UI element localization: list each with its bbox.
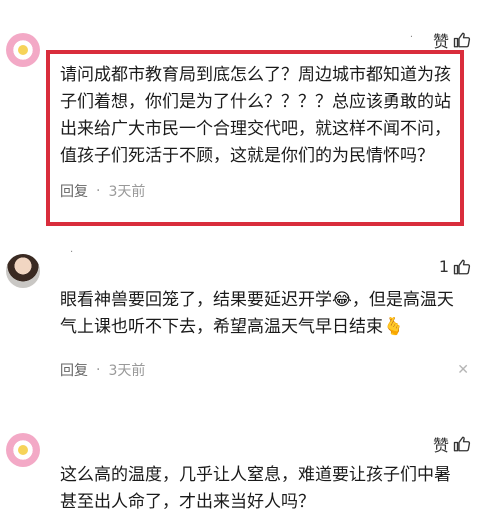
timestamp: 3天前 bbox=[108, 363, 146, 379]
close-icon[interactable]: ✕ bbox=[457, 362, 469, 378]
comment-line: 气上课也听不下去，希望高温天气早日结束🫰 bbox=[60, 317, 405, 337]
reply-button[interactable]: 回复 bbox=[60, 181, 88, 201]
comment-line: 这么高的温度，几乎让人窒息，难道要让孩子们中暑 bbox=[60, 465, 451, 485]
meta-dot: · bbox=[96, 183, 101, 199]
like-label: 赞 bbox=[432, 32, 449, 51]
comment-line: 出来给广大市民一个合理交代吧，就这样不闻不问， bbox=[60, 119, 451, 139]
like-button[interactable]: 赞 bbox=[433, 28, 471, 52]
like-button[interactable]: 1 bbox=[439, 257, 471, 276]
comment-text: 眼看神兽要回笼了，结果要延迟开学😂，但是高温天 气上课也听不下去，希望高温天气早… bbox=[60, 287, 460, 341]
comment-line: 甚至出人命了，才出来当好人吗？ bbox=[60, 492, 315, 512]
divider-dots: · bbox=[409, 32, 413, 43]
thumbs-up-icon bbox=[453, 436, 471, 452]
comment-line: 请问成都市教育局到底怎么了？周边城市都知道为孩 bbox=[60, 65, 451, 85]
like-button[interactable]: 赞 bbox=[433, 432, 471, 456]
like-count: 1 bbox=[438, 257, 449, 276]
divider-dots: · bbox=[70, 247, 74, 258]
comment-line: 眼看神兽要回笼了，结果要延迟开学😂，但是高温天 bbox=[60, 290, 454, 310]
comment-meta: 回复 · 3天前 bbox=[60, 360, 145, 380]
meta-dot: · bbox=[96, 362, 101, 378]
comment-text: 这么高的温度，几乎让人窒息，难道要让孩子们中暑 甚至出人命了，才出来当好人吗？ bbox=[60, 462, 460, 516]
like-label: 赞 bbox=[432, 436, 449, 455]
comment-meta: 回复 · 3天前 bbox=[60, 181, 145, 201]
reply-button[interactable]: 回复 bbox=[60, 360, 88, 380]
thumbs-up-icon bbox=[453, 32, 471, 48]
avatar[interactable] bbox=[6, 254, 40, 288]
timestamp: 3天前 bbox=[108, 184, 146, 200]
comment-line: 子们着想，你们是为了什么？？？？总应该勇敢的站 bbox=[60, 92, 451, 112]
comment-line: 值孩子们死活于不顾，这就是你们的为民情怀吗？ bbox=[60, 146, 434, 166]
avatar[interactable] bbox=[6, 433, 40, 467]
avatar-face bbox=[18, 445, 28, 455]
comment-text: 请问成都市教育局到底怎么了？周边城市都知道为孩 子们着想，你们是为了什么？？？？… bbox=[60, 62, 460, 170]
avatar[interactable] bbox=[6, 33, 40, 67]
avatar-face bbox=[18, 45, 28, 55]
thumbs-up-icon bbox=[453, 259, 471, 274]
